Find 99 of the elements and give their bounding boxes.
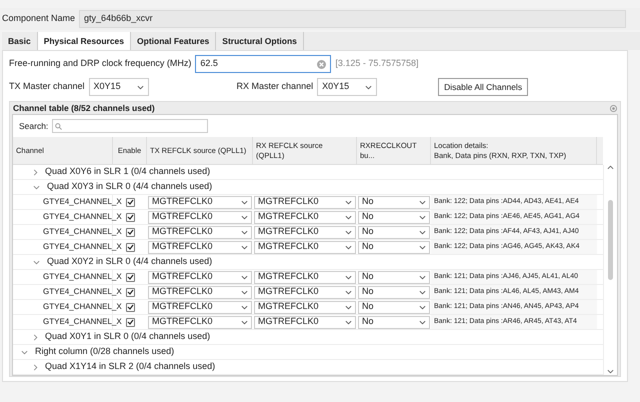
tx-refclk-dropdown[interactable]: MGTREFCLK0 bbox=[148, 226, 252, 238]
channel-name: GTYE4_CHANNEL_X bbox=[43, 271, 122, 283]
quad-group-label: Quad X1Y14 in SLR 2 (0/4 channels used) bbox=[45, 360, 216, 374]
chevron-down-icon bbox=[419, 200, 426, 204]
enable-checkbox[interactable] bbox=[126, 198, 134, 206]
quad-group-label: Quad X0Y3 in SLR 0 (4/4 channels used) bbox=[47, 180, 212, 194]
channel-name: GTYE4_CHANNEL_X bbox=[43, 241, 122, 253]
channel-name: GTYE4_CHANNEL_X bbox=[43, 316, 122, 328]
tx-refclk-dropdown[interactable]: MGTREFCLK0 bbox=[148, 196, 252, 208]
chevron-down-icon bbox=[241, 230, 248, 234]
rxrecclkout-dropdown[interactable]: No bbox=[358, 196, 430, 208]
component-name-field[interactable]: gty_64b66b_xcvr bbox=[79, 10, 626, 28]
search-icon bbox=[55, 122, 62, 130]
rx-refclk-dropdown[interactable]: MGTREFCLK0 bbox=[254, 226, 356, 238]
chevron-down-icon bbox=[419, 320, 426, 324]
scrollbar-thumb[interactable] bbox=[608, 200, 613, 280]
chevron-down-icon bbox=[345, 214, 352, 220]
rx-refclk-dropdown[interactable]: MGTREFCLK0 bbox=[254, 210, 356, 224]
quad-group-label: Quad X0Y1 in SLR 0 (0/4 channels used) bbox=[45, 330, 210, 344]
chevron-down-icon bbox=[241, 244, 248, 250]
enable-checkbox[interactable] bbox=[126, 242, 134, 252]
chevron-down-icon bbox=[241, 304, 248, 310]
clock-frequency-label: Free-running and DRP clock frequency (MHz) bbox=[9, 57, 192, 70]
tx-master-dropdown[interactable]: X0Y15 bbox=[88, 78, 149, 96]
chevron-right-icon[interactable] bbox=[33, 364, 38, 370]
scroll-down-icon[interactable] bbox=[607, 369, 614, 374]
tx-refclk-dropdown[interactable]: MGTREFCLK0 bbox=[148, 286, 252, 298]
channel-table-title: Channel table (8/52 channels used) bbox=[13, 102, 155, 114]
enable-checkbox[interactable] bbox=[126, 212, 134, 222]
column-group-label: Right column (0/28 channels used) bbox=[35, 345, 174, 358]
rx-refclk-dropdown[interactable]: MGTREFCLK0 bbox=[254, 270, 356, 284]
rxrecclkout-dropdown[interactable]: No bbox=[358, 286, 430, 298]
rxrecclkout-dropdown[interactable]: No bbox=[358, 240, 430, 254]
component-name-value: gty_64b66b_xcvr bbox=[84, 12, 153, 26]
chevron-down-icon[interactable] bbox=[33, 184, 40, 190]
chevron-down-icon bbox=[419, 244, 426, 250]
chevron-down-icon bbox=[345, 244, 352, 250]
chevron-down-icon bbox=[419, 290, 426, 294]
enable-checkbox[interactable] bbox=[126, 318, 134, 326]
rx-master-dropdown[interactable]: X0Y15 bbox=[317, 78, 378, 96]
channel-name: GTYE4_CHANNEL_X bbox=[43, 286, 122, 298]
component-name-label: Component Name bbox=[2, 12, 76, 26]
rx-refclk-dropdown[interactable]: MGTREFCLK0 bbox=[254, 240, 356, 254]
chevron-down-icon bbox=[419, 230, 426, 234]
enable-checkbox[interactable] bbox=[126, 272, 134, 282]
chevron-down-icon bbox=[345, 320, 352, 324]
clock-frequency-field[interactable]: 62.5 bbox=[195, 55, 332, 73]
scroll-up-icon[interactable] bbox=[607, 165, 614, 170]
channel-name: GTYE4_CHANNEL_X bbox=[43, 226, 122, 238]
rxrecclkout-dropdown[interactable]: No bbox=[358, 210, 430, 224]
rxrecclkout-dropdown[interactable]: No bbox=[358, 226, 430, 238]
chevron-down-icon bbox=[241, 320, 248, 324]
rx-master-label: RX Master channel bbox=[236, 80, 314, 94]
rxrecclkout-dropdown[interactable]: No bbox=[358, 300, 430, 314]
chevron-down-icon bbox=[241, 214, 248, 220]
rx-refclk-dropdown[interactable]: MGTREFCLK0 bbox=[254, 286, 356, 298]
chevron-down-icon bbox=[136, 84, 144, 90]
rx-refclk-dropdown[interactable]: MGTREFCLK0 bbox=[254, 316, 356, 328]
chevron-down-icon bbox=[241, 274, 248, 280]
chevron-down-icon[interactable] bbox=[33, 260, 40, 264]
tx-refclk-dropdown[interactable]: MGTREFCLK0 bbox=[148, 316, 252, 328]
tx-refclk-dropdown[interactable]: MGTREFCLK0 bbox=[148, 300, 252, 314]
chevron-down-icon bbox=[419, 214, 426, 220]
chevron-down-icon bbox=[345, 230, 352, 234]
chevron-down-icon bbox=[241, 290, 248, 294]
chevron-down-icon bbox=[365, 84, 372, 90]
clear-icon[interactable] bbox=[317, 60, 326, 68]
tx-refclk-dropdown[interactable]: MGTREFCLK0 bbox=[148, 210, 252, 224]
rxrecclkout-dropdown[interactable]: No bbox=[358, 316, 430, 328]
search-label: Search: bbox=[19, 120, 48, 132]
chevron-down-icon bbox=[345, 274, 352, 280]
rxrecclkout-dropdown[interactable]: No bbox=[358, 270, 430, 284]
tx-master-label: TX Master channel bbox=[9, 80, 85, 94]
quad-group-label: Quad X0Y2 in SLR 0 (4/4 channels used) bbox=[47, 255, 212, 268]
channel-name: GTYE4_CHANNEL_X bbox=[43, 211, 122, 223]
enable-checkbox[interactable] bbox=[126, 288, 134, 296]
collapse-icon[interactable] bbox=[610, 104, 617, 112]
channel-name: GTYE4_CHANNEL_X bbox=[43, 196, 122, 208]
chevron-down-icon bbox=[419, 304, 426, 310]
chevron-right-icon[interactable] bbox=[33, 334, 38, 340]
chevron-down-icon bbox=[241, 200, 248, 204]
chevron-down-icon bbox=[345, 290, 352, 294]
quad-group-label: Quad X0Y6 in SLR 1 (0/4 channels used) bbox=[45, 165, 210, 178]
search-field[interactable] bbox=[52, 119, 208, 133]
chevron-down-icon bbox=[345, 304, 352, 310]
tab[interactable]: Physical Resources bbox=[38, 32, 132, 50]
clock-range-text: [3.125 - 75.7575758] bbox=[335, 57, 418, 70]
enable-checkbox[interactable] bbox=[126, 302, 134, 312]
tx-refclk-dropdown[interactable]: MGTREFCLK0 bbox=[148, 270, 252, 284]
chevron-down-icon[interactable] bbox=[21, 350, 28, 354]
disable-all-channels-button[interactable]: Disable All Channels bbox=[438, 78, 528, 96]
chevron-down-icon bbox=[345, 200, 352, 204]
rx-refclk-dropdown[interactable]: MGTREFCLK0 bbox=[254, 196, 356, 208]
chevron-right-icon[interactable] bbox=[33, 168, 38, 176]
tx-refclk-dropdown[interactable]: MGTREFCLK0 bbox=[148, 240, 252, 254]
rx-refclk-dropdown[interactable]: MGTREFCLK0 bbox=[254, 300, 356, 314]
channel-name: GTYE4_CHANNEL_X bbox=[43, 301, 122, 313]
chevron-down-icon bbox=[419, 274, 426, 280]
enable-checkbox[interactable] bbox=[126, 228, 134, 236]
